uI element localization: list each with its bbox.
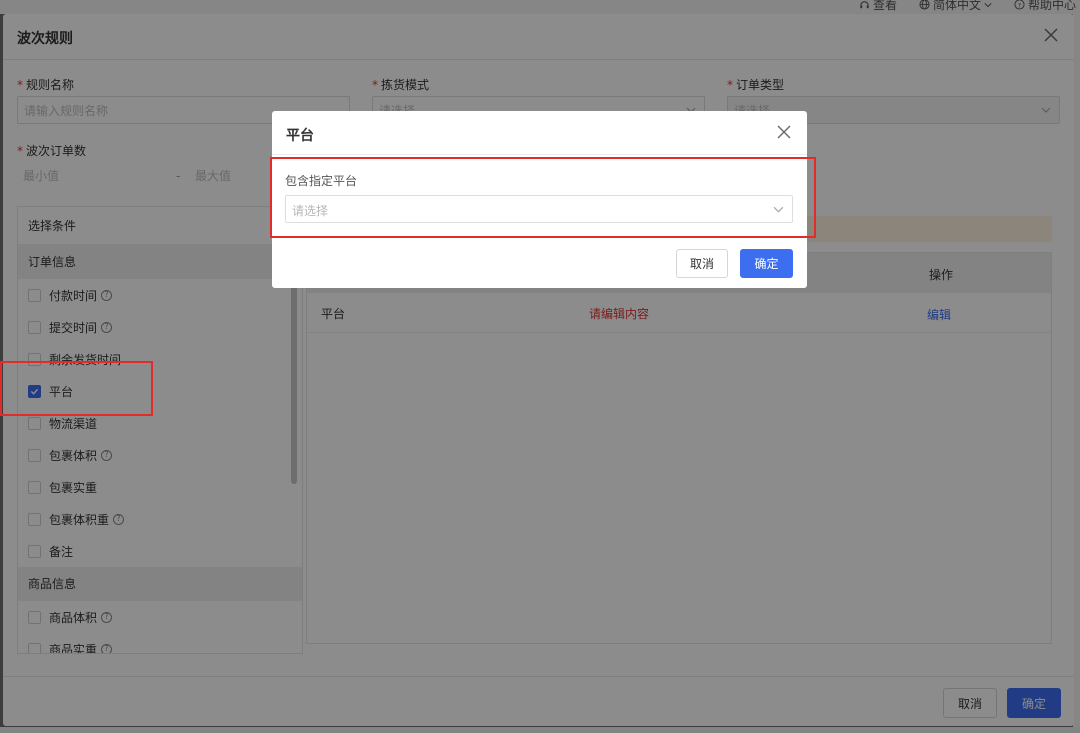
close-icon[interactable] (776, 124, 792, 140)
popup-cancel-button[interactable]: 取消 (676, 249, 728, 278)
popup-title: 平台 (286, 128, 314, 144)
modal-overlay[interactable] (0, 0, 1080, 733)
popup-divider (272, 154, 807, 155)
highlight-box-platform-checkbox (0, 361, 153, 416)
popup-confirm-button[interactable]: 确定 (740, 249, 793, 278)
highlight-box-popup-field (270, 157, 816, 238)
